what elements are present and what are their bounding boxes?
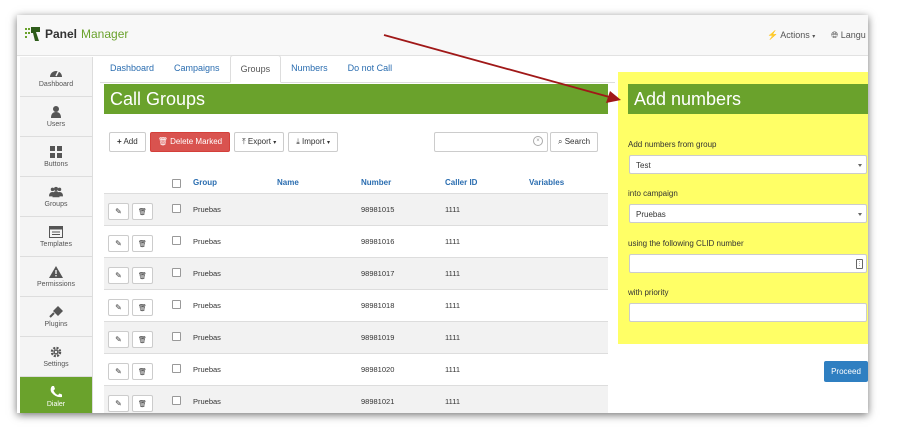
annotation-arrow [383,34,621,103]
app-window: Panel Manager ⚡ Actions ▾ 🌐︎ Langu Dashb… [17,15,868,413]
